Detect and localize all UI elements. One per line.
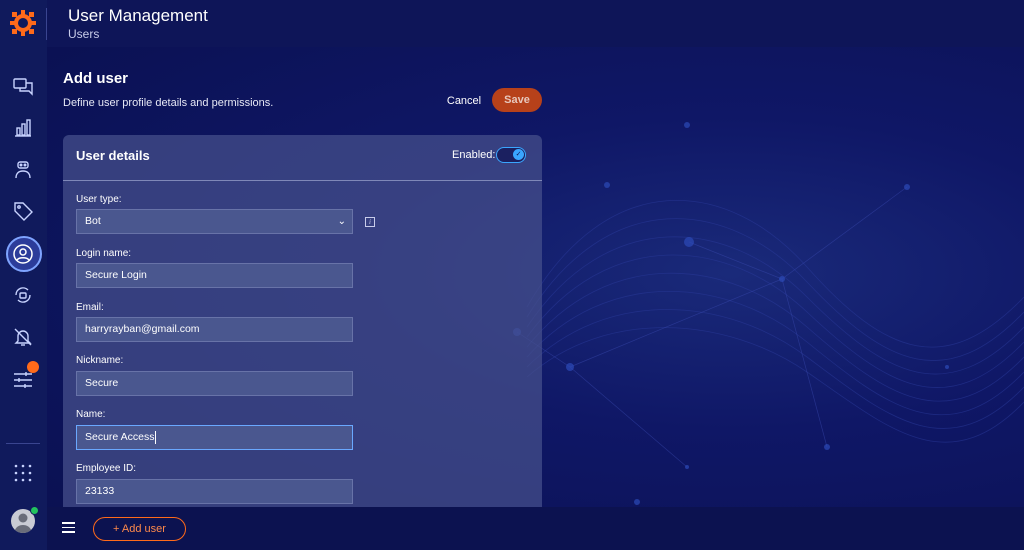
logo-divider	[46, 8, 47, 40]
email-label: Email:	[76, 302, 104, 313]
user-details-card: User details Enabled: ✓ User type: Bot ⌄…	[63, 135, 542, 507]
login-name-value: Secure Login	[85, 269, 147, 281]
tag-icon[interactable]	[11, 199, 35, 223]
nickname-value: Secure	[85, 377, 119, 389]
app-title: User Management	[68, 6, 208, 25]
user-type-label: User type:	[76, 194, 122, 205]
save-button[interactable]: Save	[492, 88, 542, 112]
email-value: harryrayban@gmail.com	[85, 323, 200, 335]
online-status-icon	[30, 506, 39, 515]
page-description: Define user profile details and permissi…	[63, 97, 274, 109]
email-input[interactable]: harryrayban@gmail.com	[76, 317, 353, 342]
page-title: Add user	[63, 70, 129, 87]
login-name-input[interactable]: Secure Login	[76, 263, 353, 288]
check-icon: ✓	[513, 149, 524, 160]
employee-id-label: Employee ID:	[76, 463, 137, 474]
chevron-down-icon: ⌄	[337, 216, 346, 227]
info-icon[interactable]: i	[365, 217, 375, 227]
footer-bar: + Add user	[47, 507, 1024, 550]
card-divider	[63, 180, 542, 181]
name-label: Name:	[76, 409, 106, 420]
app-header: User Management Users	[47, 0, 1024, 47]
nickname-input[interactable]: Secure	[76, 371, 353, 396]
employee-id-value: 23133	[85, 485, 115, 497]
user-type-select[interactable]: Bot ⌄	[76, 209, 353, 234]
bell-off-icon[interactable]	[11, 325, 35, 349]
user-type-value: Bot	[85, 215, 101, 227]
bot-icon[interactable]	[11, 158, 35, 182]
name-value: Secure Access	[85, 431, 155, 443]
breadcrumb[interactable]: Users	[68, 27, 99, 41]
card-title: User details	[76, 148, 150, 163]
user-circle-icon[interactable]	[11, 242, 35, 266]
login-name-label: Login name:	[76, 248, 132, 259]
nickname-label: Nickname:	[76, 355, 124, 366]
sidebar-divider	[6, 443, 40, 444]
refresh-bot-icon[interactable]	[11, 283, 35, 307]
enabled-label: Enabled:	[452, 149, 496, 161]
text-cursor	[155, 430, 157, 444]
logo-icon[interactable]	[9, 9, 37, 37]
cancel-button[interactable]: Cancel	[440, 90, 488, 112]
employee-id-input[interactable]: 23133	[76, 479, 353, 504]
sidebar	[0, 0, 47, 550]
menu-icon[interactable]	[62, 522, 75, 533]
add-user-button[interactable]: + Add user	[93, 517, 186, 541]
grid-dots-icon[interactable]	[11, 461, 35, 485]
notification-badge	[27, 361, 39, 373]
name-input[interactable]: Secure Access	[76, 425, 353, 450]
enabled-toggle[interactable]: ✓	[496, 147, 526, 163]
chat-icon[interactable]	[11, 74, 35, 98]
bar-chart-icon[interactable]	[11, 116, 35, 140]
